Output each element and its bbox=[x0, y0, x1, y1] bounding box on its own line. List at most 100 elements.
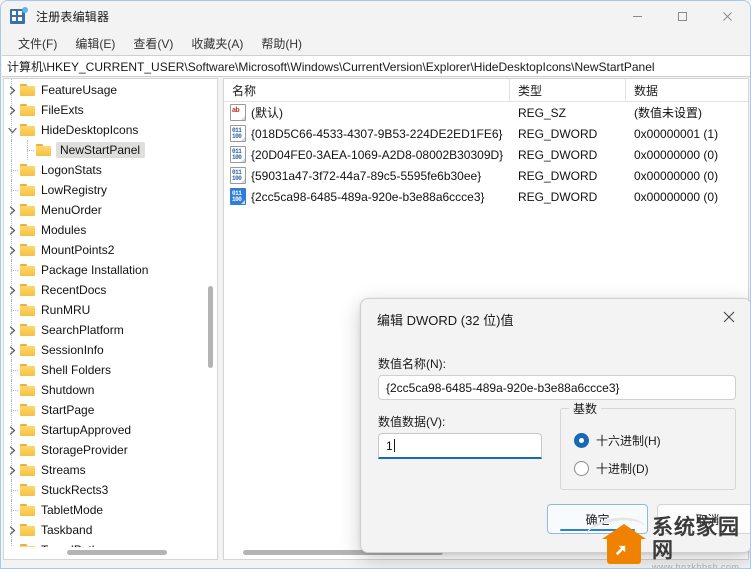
tree-horizontal-scrollbar[interactable] bbox=[5, 547, 216, 558]
tree-item[interactable]: StuckRects3 bbox=[4, 480, 209, 500]
menu-edit[interactable]: 编辑(E) bbox=[66, 33, 124, 54]
menu-file[interactable]: 文件(F) bbox=[9, 33, 66, 54]
folder-icon bbox=[20, 443, 36, 457]
chevron-right-icon[interactable] bbox=[4, 340, 20, 360]
tree-item[interactable]: Modules bbox=[4, 220, 209, 240]
value-data-cell: (数值未设置) bbox=[634, 106, 702, 120]
tree-vertical-scrollbar[interactable] bbox=[205, 80, 216, 547]
chevron-right-icon[interactable] bbox=[4, 440, 20, 460]
tree-item[interactable]: MountPoints2 bbox=[4, 240, 209, 260]
tree-item[interactable]: Streams bbox=[4, 460, 209, 480]
tree-item-label: LogonStats bbox=[41, 163, 102, 177]
dword-value-icon: 011 100 bbox=[230, 167, 246, 184]
tree-item[interactable]: Shell Folders bbox=[4, 360, 209, 380]
registry-tree: FeatureUsage FileExts HideDesktopIcons NewS… bbox=[4, 79, 209, 559]
folder-icon bbox=[36, 143, 52, 157]
string-value-icon: ab bbox=[230, 104, 246, 121]
radio-hexadecimal[interactable]: 十六进制(H) bbox=[574, 432, 661, 449]
menu-view[interactable]: 查看(V) bbox=[124, 33, 182, 54]
tree-item-label: FeatureUsage bbox=[41, 83, 118, 97]
tree-item-label: RunMRU bbox=[41, 303, 91, 317]
tree-indent-guide bbox=[4, 140, 20, 160]
tree-item[interactable]: LowRegistry bbox=[4, 180, 209, 200]
value-data-cell: 0x00000000 (0) bbox=[634, 189, 719, 204]
tree-leaf-guide bbox=[20, 140, 36, 160]
tree-leaf-guide bbox=[4, 400, 20, 420]
cancel-button[interactable]: 取消 bbox=[657, 504, 750, 534]
minimize-button[interactable] bbox=[615, 1, 660, 32]
value-row[interactable]: ab (默认) REG_SZ (数值未设置) bbox=[224, 102, 748, 123]
value-name-cell: 011 100 {018D5C66-4533-4307-9B53-224DE2ED1… bbox=[224, 123, 510, 144]
value-row[interactable]: 011 100 {59031a47-3f72-44a7-89c5-5595fe6b3… bbox=[224, 165, 748, 186]
chevron-right-icon[interactable] bbox=[4, 240, 20, 260]
tree-item-label: LowRegistry bbox=[41, 183, 108, 197]
tree-item[interactable]: HideDesktopIcons bbox=[4, 120, 209, 140]
chevron-right-icon[interactable] bbox=[4, 100, 20, 120]
tree-item[interactable]: StartPage bbox=[4, 400, 209, 420]
tree-item[interactable]: NewStartPanel bbox=[4, 140, 209, 160]
value-name-input[interactable]: {2cc5ca98-6485-489a-920e-b3e88a6ccce3} bbox=[378, 375, 736, 400]
value-row[interactable]: 011 100 {20D04FE0-3AEA-1069-A2D8-08002B303… bbox=[224, 144, 748, 165]
value-row[interactable]: 011 100 {018D5C66-4533-4307-9B53-224DE2ED1… bbox=[224, 123, 748, 144]
value-row[interactable]: 011 100 {2cc5ca98-6485-489a-920e-b3e88a6cc… bbox=[224, 186, 748, 207]
value-data-cell: 0x00000000 (0) bbox=[634, 147, 719, 162]
tree-item[interactable]: FileExts bbox=[4, 100, 209, 120]
tree-leaf-guide bbox=[4, 360, 20, 380]
folder-icon bbox=[20, 323, 36, 337]
value-name-text: {20D04FE0-3AEA-1069-A2D8-08002B30309D} bbox=[251, 147, 504, 162]
close-button[interactable] bbox=[705, 1, 750, 32]
value-type-cell: REG_DWORD bbox=[518, 126, 598, 141]
tree-item-label: FileExts bbox=[41, 103, 84, 117]
tree-leaf-guide bbox=[4, 180, 20, 200]
tree-item-label: TabletMode bbox=[41, 503, 104, 517]
chevron-right-icon[interactable] bbox=[4, 80, 20, 100]
maximize-button[interactable] bbox=[660, 1, 705, 32]
tree-item[interactable]: StorageProvider bbox=[4, 440, 209, 460]
tree-item[interactable]: Taskband bbox=[4, 520, 209, 540]
menu-favorites[interactable]: 收藏夹(A) bbox=[182, 33, 252, 54]
chevron-right-icon[interactable] bbox=[4, 200, 20, 220]
tree-item[interactable]: StartupApproved bbox=[4, 420, 209, 440]
tree-item[interactable]: RunMRU bbox=[4, 300, 209, 320]
tree-item[interactable]: FeatureUsage bbox=[4, 80, 209, 100]
dword-value-icon: 011 100 bbox=[230, 146, 246, 163]
chevron-right-icon[interactable] bbox=[4, 320, 20, 340]
dialog-close-icon[interactable] bbox=[707, 299, 750, 335]
chevron-right-icon[interactable] bbox=[4, 460, 20, 480]
value-name-text: (默认) bbox=[251, 106, 283, 120]
folder-icon bbox=[20, 183, 36, 197]
ok-button[interactable]: 确定 bbox=[547, 504, 648, 534]
chevron-right-icon[interactable] bbox=[4, 420, 20, 440]
column-header-data[interactable]: 数据 bbox=[626, 79, 748, 101]
dword-value-icon: 011 100 bbox=[230, 188, 246, 205]
tree-item[interactable]: MenuOrder bbox=[4, 200, 209, 220]
folder-icon bbox=[20, 403, 36, 417]
tree-item[interactable]: SearchPlatform bbox=[4, 320, 209, 340]
chevron-right-icon[interactable] bbox=[4, 280, 20, 300]
chevron-down-icon[interactable] bbox=[4, 120, 20, 140]
tree-item[interactable]: LogonStats bbox=[4, 160, 209, 180]
tree-item[interactable]: TabletMode bbox=[4, 500, 209, 520]
watermark-url: www.hnzkhbsb.com bbox=[652, 561, 740, 569]
value-data-input[interactable]: 1 bbox=[378, 433, 542, 459]
folder-icon bbox=[20, 483, 36, 497]
screen: 注册表编辑器 文件(F) 编辑(E) 查看(V) 收藏夹(A) 帮助(H) 计算… bbox=[0, 0, 751, 569]
tree-item-label: NewStartPanel bbox=[56, 142, 146, 158]
value-data-text: 1 bbox=[386, 438, 393, 453]
column-header-type[interactable]: 类型 bbox=[510, 79, 626, 101]
tree-item[interactable]: Shutdown bbox=[4, 380, 209, 400]
chevron-right-icon[interactable] bbox=[4, 220, 20, 240]
tree-item[interactable]: Package Installation bbox=[4, 260, 209, 280]
registry-editor-icon bbox=[10, 7, 28, 25]
chevron-right-icon[interactable] bbox=[4, 520, 20, 540]
menu-help[interactable]: 帮助(H) bbox=[252, 33, 311, 54]
base-groupbox-label: 基数 bbox=[569, 400, 602, 417]
radio-decimal[interactable]: 十进制(D) bbox=[574, 460, 649, 477]
tree-item[interactable]: RecentDocs bbox=[4, 280, 209, 300]
column-header-name[interactable]: 名称 bbox=[224, 79, 510, 101]
folder-icon bbox=[20, 283, 36, 297]
value-name-label: 数值名称(N): bbox=[378, 357, 446, 371]
tree-item-label: Package Installation bbox=[41, 263, 149, 277]
address-bar[interactable]: 计算机\HKEY_CURRENT_USER\Software\Microsoft… bbox=[2, 55, 750, 77]
tree-item[interactable]: SessionInfo bbox=[4, 340, 209, 360]
